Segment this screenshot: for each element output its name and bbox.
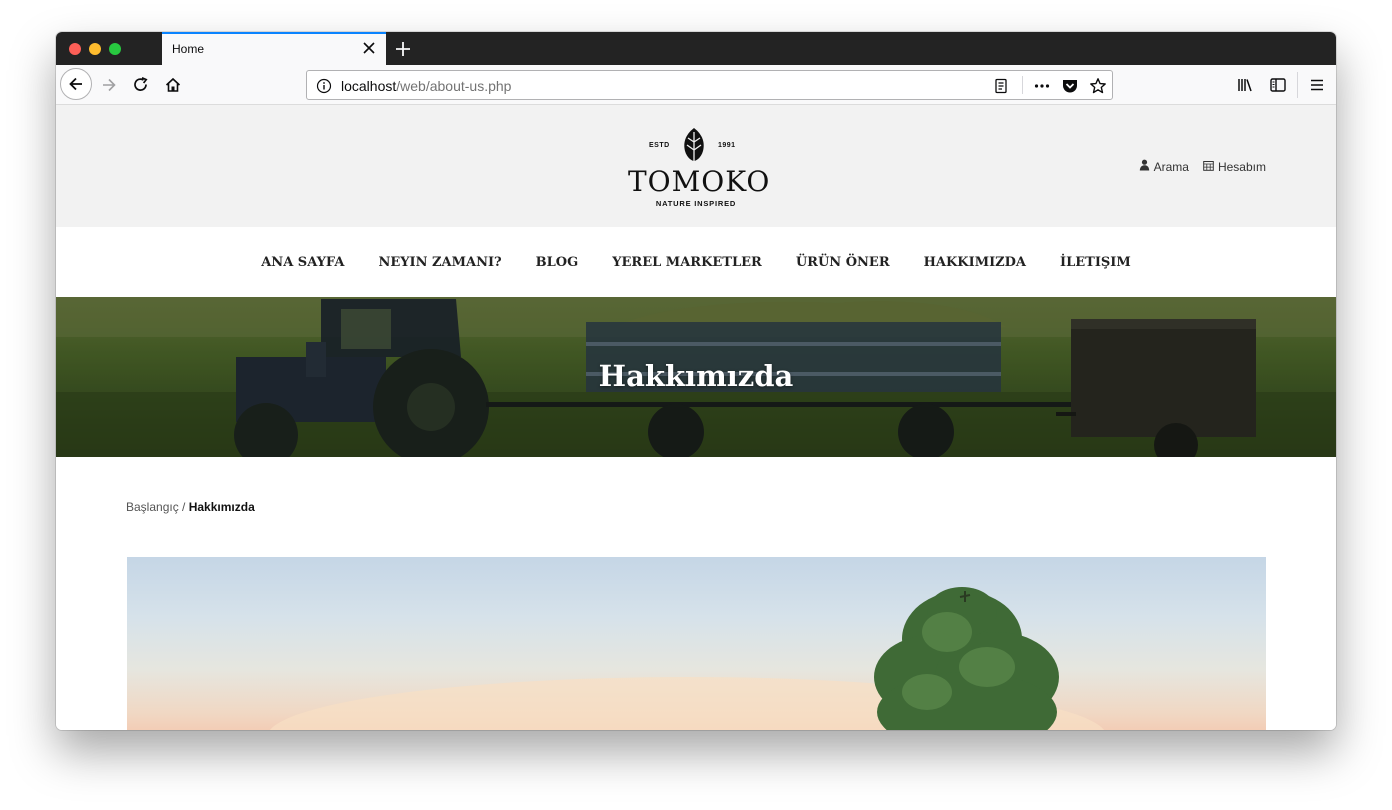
new-tab-plus-icon[interactable] [392,38,414,60]
more-icon[interactable] [1033,77,1051,95]
leaf-icon [681,127,707,163]
page-content: ESTD 1991 TOMOKO NATURE INSPIRED Arama H… [56,105,1336,730]
bookmark-star-icon[interactable] [1089,77,1107,95]
home-icon[interactable] [159,71,187,99]
account-link-label: Hesabım [1217,159,1266,174]
search-link-label: Arama [1153,159,1189,174]
user-search-icon [1139,159,1150,174]
navigation-toolbar: localhost/web/about-us.php [56,65,1336,105]
breadcrumb: Başlangıç / Hakkımızda [126,500,255,514]
info-icon[interactable] [316,78,332,99]
forward-icon[interactable] [95,71,123,99]
menu-item-home[interactable]: ANA SAYFA [261,255,344,270]
calendar-icon [1203,160,1214,174]
breadcrumb-current: Hakkımızda [188,500,255,514]
menu-item-season[interactable]: NEYIN ZAMANI? [378,255,501,270]
menu-item-blog[interactable]: BLOG [536,255,579,270]
close-icon[interactable] [361,40,377,56]
tree-landscape-photo [269,587,1105,730]
tab-strip: Home [56,32,1336,65]
search-link[interactable]: Arama [1139,159,1189,174]
breadcrumb-home-link[interactable]: Başlangıç [126,500,179,514]
about-image [127,557,1266,730]
header-links: Arama Hesabım [1139,159,1266,174]
site-logo[interactable]: ESTD 1991 TOMOKO NATURE INSPIRED [628,127,771,213]
logo-estd: ESTD [649,142,670,149]
logo-brand: TOMOKO [628,165,771,198]
close-window-button[interactable] [69,43,81,55]
logo-tagline: NATURE INSPIRED [655,199,737,208]
reload-icon[interactable] [127,71,155,99]
logo-year: 1991 [718,142,736,149]
url-text: localhost/web/about-us.php [341,78,511,94]
url-separator [1022,76,1023,94]
menu-icon[interactable] [1303,71,1331,99]
maximize-window-button[interactable] [109,43,121,55]
account-link[interactable]: Hesabım [1203,159,1266,174]
toolbar-separator [1297,72,1298,98]
url-bar[interactable]: localhost/web/about-us.php [306,70,1113,100]
browser-window: Home localhost/web/about-us.php ESTD 199… [56,32,1336,730]
library-icon[interactable] [1231,71,1259,99]
site-header: ESTD 1991 TOMOKO NATURE INSPIRED Arama H… [56,105,1336,227]
url-host: localhost [341,78,397,94]
menu-list: ANA SAYFA NEYIN ZAMANI? BLOG YEREL MARKE… [56,227,1336,297]
hero-banner: Hakkımızda [56,297,1336,457]
minimize-window-button[interactable] [89,43,101,55]
menu-item-local-markets[interactable]: YEREL MARKETLER [612,255,762,270]
sidebar-icon[interactable] [1264,71,1292,99]
breadcrumb-separator: / [178,500,189,514]
menu-item-about[interactable]: HAKKIMIZDA [924,255,1026,270]
back-icon[interactable] [60,68,92,100]
tab-home[interactable]: Home [162,32,386,65]
main-navigation: ANA SAYFA NEYIN ZAMANI? BLOG YEREL MARKE… [56,227,1336,297]
reader-view-icon[interactable] [992,77,1010,95]
tab-title: Home [172,42,205,56]
menu-item-contact[interactable]: İLETIŞIM [1060,255,1131,270]
pocket-icon[interactable] [1061,77,1079,95]
url-path: /web/about-us.php [396,78,512,94]
menu-item-suggest-product[interactable]: ÜRÜN ÖNER [796,255,890,270]
hero-title: Hakkımızda [598,359,794,393]
